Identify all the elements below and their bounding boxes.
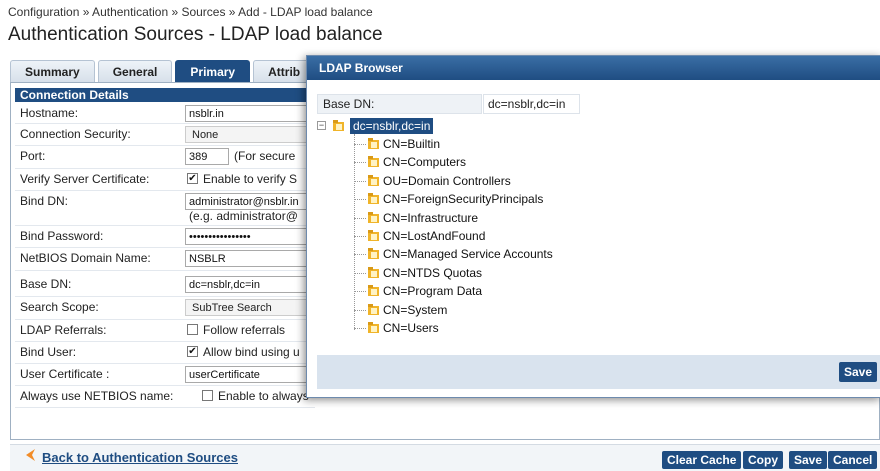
- row-bind-password: Bind Password: ••••••••••••••••: [15, 226, 335, 248]
- folder-icon: [368, 138, 379, 149]
- row-base-dn: Base DN: dc=nsblr,dc=in: [15, 274, 335, 297]
- bind-dn-label: Bind DN:: [20, 194, 69, 208]
- tree-node-label[interactable]: CN=LostAndFound: [383, 228, 485, 244]
- tree-branch: [354, 272, 366, 274]
- folder-icon: [368, 193, 379, 205]
- row-netbios: NetBIOS Domain Name: NSBLR: [15, 248, 335, 271]
- tree-root-label[interactable]: dc=nsblr,dc=in: [350, 118, 434, 134]
- always-netbios-checkbox[interactable]: [202, 390, 213, 401]
- dialog-base-dn-label: Base DN:: [317, 94, 482, 114]
- dialog-save-button[interactable]: Save: [839, 362, 878, 382]
- dialog-base-dn-value: dc=nsblr,dc=in: [483, 94, 580, 114]
- row-always-netbios: Always use NETBIOS name: Enable to alway…: [15, 386, 315, 408]
- folder-icon: [368, 248, 379, 260]
- clear-cache-button[interactable]: Clear Cache: [662, 451, 742, 469]
- bind-password-label: Bind Password:: [20, 229, 104, 243]
- tree-branch: [354, 217, 366, 219]
- tree-branch: [354, 291, 366, 293]
- row-connection-security: Connection Security: None: [15, 124, 325, 146]
- collapse-icon[interactable]: −: [317, 121, 326, 130]
- bind-dn-hint: (e.g. administrator@: [189, 209, 298, 223]
- port-input[interactable]: 389: [185, 148, 229, 165]
- connection-security-label: Connection Security:: [20, 127, 131, 141]
- hostname-label: Hostname:: [20, 106, 79, 120]
- tree-branch: [354, 328, 366, 329]
- row-port: Port: 389 (For secure: [15, 146, 315, 169]
- folder-icon: [368, 174, 379, 186]
- tree-node-label[interactable]: CN=System: [383, 302, 447, 318]
- base-dn-label: Base DN:: [20, 277, 72, 291]
- row-bind-dn: Bind DN: administrator@nsblr.in (e.g. ad…: [15, 191, 335, 226]
- row-ldap-referrals: LDAP Referrals: Follow referrals: [15, 320, 315, 342]
- bind-user-label: Bind User:: [20, 345, 77, 359]
- folder-icon: [333, 120, 344, 131]
- tree-branch: [354, 180, 366, 182]
- folder-icon: [368, 230, 379, 241]
- folder-icon: [368, 322, 379, 333]
- tree-node-label[interactable]: CN=NTDS Quotas: [383, 265, 482, 281]
- tree-branch: [354, 162, 366, 164]
- breadcrumb: Configuration » Authentication » Sources…: [8, 5, 373, 19]
- verify-cert-text: Enable to verify S: [203, 172, 298, 186]
- page-title: Authentication Sources - LDAP load balan…: [8, 24, 383, 45]
- tree-branch: [354, 236, 366, 237]
- tree-connector: [354, 134, 356, 330]
- tab-summary[interactable]: Summary: [10, 60, 95, 82]
- save-button[interactable]: Save: [789, 451, 828, 469]
- port-note: (For secure: [234, 149, 296, 163]
- netbios-label: NetBIOS Domain Name:: [20, 251, 151, 265]
- folder-icon: [368, 156, 379, 168]
- tree-branch: [354, 144, 366, 145]
- always-netbios-text: Enable to always: [218, 389, 309, 403]
- tree-node-label[interactable]: CN=Users: [383, 320, 439, 336]
- tree-node-label[interactable]: OU=Domain Controllers: [383, 173, 511, 189]
- row-user-certificate: User Certificate : userCertificate: [15, 364, 335, 386]
- always-netbios-label: Always use NETBIOS name:: [20, 389, 174, 403]
- cancel-button[interactable]: Cancel: [828, 451, 878, 469]
- folder-icon: [368, 303, 379, 315]
- tree-node-label[interactable]: CN=Managed Service Accounts: [383, 246, 553, 262]
- copy-button[interactable]: Copy: [743, 451, 783, 469]
- back-to-sources-link[interactable]: Back to Authentication Sources: [42, 450, 238, 465]
- tree-branch: [354, 309, 366, 311]
- user-certificate-label: User Certificate :: [20, 367, 110, 381]
- tree-node-label[interactable]: CN=Infrastructure: [383, 210, 478, 226]
- section-header: Connection Details: [15, 88, 315, 102]
- tree-node-label[interactable]: CN=Computers: [383, 154, 466, 170]
- bind-user-checkbox[interactable]: [187, 346, 198, 357]
- tree-branch: [354, 199, 366, 201]
- row-search-scope: Search Scope: SubTree Search: [15, 297, 335, 320]
- tree-node-label[interactable]: CN=Builtin: [383, 136, 440, 152]
- search-scope-label: Search Scope:: [20, 300, 99, 314]
- ldap-referrals-label: LDAP Referrals:: [20, 323, 107, 337]
- tab-primary[interactable]: Primary: [175, 60, 251, 82]
- ldap-referrals-checkbox[interactable]: [187, 324, 198, 335]
- row-verify-cert: Verify Server Certificate: Enable to ver…: [15, 169, 315, 191]
- dialog-footer: [317, 355, 880, 389]
- folder-icon: [368, 211, 379, 223]
- dialog-base-dn-row: Base DN: dc=nsblr,dc=in: [317, 94, 580, 114]
- folder-icon: [368, 266, 379, 278]
- tab-bar: Summary General Primary Attrib: [10, 60, 316, 82]
- connection-security-select[interactable]: None: [185, 126, 325, 143]
- ldap-browser-dialog: LDAP Browser Base DN: dc=nsblr,dc=in − d…: [306, 55, 880, 398]
- tree-node-label[interactable]: CN=ForeignSecurityPrincipals: [383, 191, 543, 207]
- ldap-referrals-text: Follow referrals: [203, 323, 286, 337]
- verify-cert-label: Verify Server Certificate:: [20, 172, 150, 186]
- tree-branch: [354, 254, 366, 256]
- tab-general[interactable]: General: [97, 60, 173, 82]
- row-bind-user: Bind User: Allow bind using u: [15, 342, 315, 364]
- back-arrow-icon[interactable]: [22, 448, 36, 462]
- dialog-title: LDAP Browser: [307, 56, 880, 80]
- tree-node-label[interactable]: CN=Program Data: [383, 283, 482, 299]
- folder-icon: [368, 285, 379, 297]
- verify-cert-checkbox[interactable]: [187, 173, 198, 184]
- port-label: Port:: [20, 149, 46, 163]
- bind-user-text: Allow bind using u: [203, 345, 300, 359]
- row-hostname: Hostname: nsblr.in: [15, 103, 335, 124]
- ldap-tree: − dc=nsblr,dc=in CN=Builtin CN=Computers O…: [317, 118, 617, 348]
